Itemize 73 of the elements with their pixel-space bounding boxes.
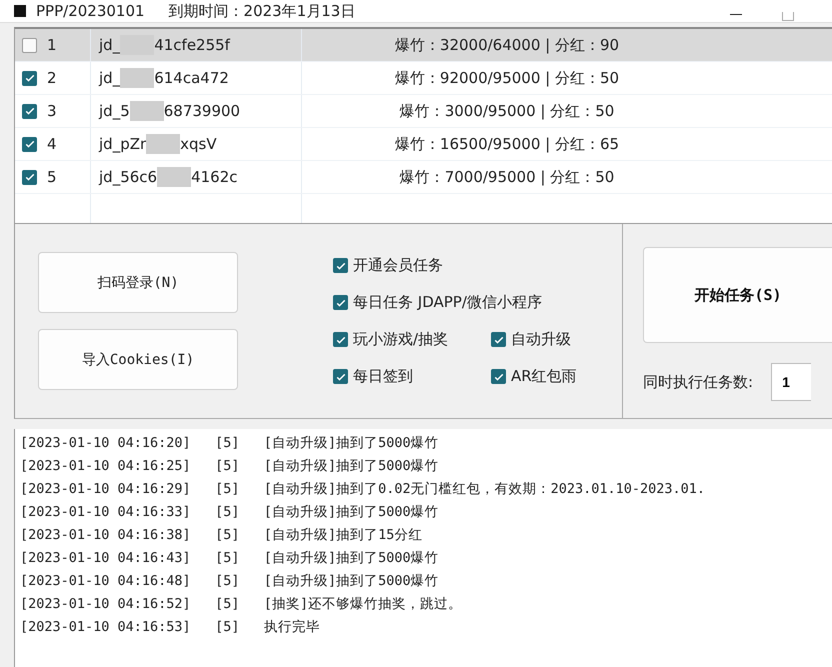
account-row[interactable]: 3 jd_5 68739900 爆竹：3000/95000 | 分红：50 (15, 95, 832, 128)
row-number: 2 (47, 69, 57, 87)
option-checkbox[interactable]: 开通会员任务 (333, 256, 631, 275)
check-icon (24, 171, 36, 183)
option-label: AR红包雨 (511, 367, 577, 386)
option-label: 每日签到 (353, 367, 413, 386)
account-id-start: jd_56c6 (99, 168, 158, 186)
log-line: [2023-01-10 04:16:38] [5] [自动升级]抽到了15分红 (20, 526, 424, 545)
row-number: 1 (47, 36, 57, 54)
action-button[interactable]: 扫码登录(N) (38, 252, 238, 313)
checkbox[interactable] (333, 332, 348, 347)
expiry-date: 到期时间：2023年1月13日 (168, 2, 356, 20)
log-line: [2023-01-10 04:16:33] [5] [自动升级]抽到了5000爆竹 (20, 503, 440, 522)
blurred-area (146, 134, 180, 154)
account-id-start: jd_pZr (99, 135, 146, 153)
account-stats: 爆竹：3000/95000 | 分红：50 (400, 102, 614, 120)
blurred-area (157, 167, 192, 187)
account-id-end: xqsV (180, 135, 217, 153)
option-checkbox[interactable]: 每日任务 JDAPP/微信小程序 (333, 293, 631, 312)
checkbox[interactable] (333, 295, 348, 310)
account-stats: 爆竹：16500/95000 | 分红：65 (394, 134, 620, 154)
checkbox[interactable] (22, 38, 37, 52)
checkbox[interactable] (491, 332, 506, 347)
app-icon (14, 5, 26, 17)
checkbox[interactable] (22, 70, 37, 86)
checkbox[interactable] (333, 258, 348, 273)
check-icon (24, 138, 36, 150)
option-label: 玩小游戏/抽奖 (353, 330, 448, 349)
account-stats: 爆竹：7000/95000 | 分红：50 (400, 168, 614, 186)
log-line: [2023-01-10 04:16:48] [5] [自动升级]抽到了5000爆竹 (20, 572, 440, 591)
check-icon (24, 72, 36, 84)
account-row[interactable]: 4 jd_pZr xqsV 爆竹：16500/95000 | 分红：65 (15, 128, 832, 161)
log-line: [2023-01-10 04:16:52] [5] [抽奖]还不够爆竹抽奖，跳过。 (20, 595, 464, 614)
account-id-end: 4162c (191, 168, 238, 186)
option-label: 开通会员任务 (353, 256, 443, 275)
option-checkbox[interactable]: 自动升级 (491, 330, 631, 349)
account-row[interactable]: 1 jd_ 41cfe255f 爆竹：32000/64000 | 分红：90 (15, 29, 832, 62)
checkbox[interactable] (22, 136, 37, 152)
account-id-end: 614ca472 (154, 69, 229, 87)
option-checkbox[interactable]: AR红包雨 (491, 367, 631, 386)
option-checkbox[interactable]: 每日签到 (333, 367, 491, 386)
log-line: [2023-01-10 04:16:25] [5] [自动升级]抽到了5000爆竹 (20, 457, 440, 476)
concurrency-field[interactable]: 1 (771, 363, 812, 401)
option-label: 每日任务 JDAPP/微信小程序 (353, 293, 542, 312)
concurrency-label: 同时执行任务数: (643, 372, 754, 392)
checkbox[interactable] (333, 369, 348, 384)
account-row[interactable]: 5 jd_56c6 4162c 爆竹：7000/95000 | 分红：50 (15, 161, 832, 194)
account-id-start: jd_ (99, 36, 120, 54)
checkbox[interactable] (22, 104, 37, 118)
account-id-start: jd_ (99, 69, 120, 87)
row-number: 4 (47, 135, 57, 153)
blurred-area (130, 101, 164, 121)
account-id-end: 41cfe255f (154, 36, 230, 54)
checkbox[interactable] (22, 170, 37, 184)
account-id-end: 68739900 (164, 102, 240, 120)
row-number: 5 (47, 168, 57, 186)
blurred-area (120, 68, 154, 88)
account-row[interactable]: 2 jd_ 614ca472 爆竹：92000/95000 | 分红：50 (15, 62, 832, 95)
check-icon (24, 105, 36, 117)
action-button[interactable]: 导入Cookies(I) (38, 329, 238, 390)
option-checkbox[interactable]: 玩小游戏/抽奖 (333, 330, 491, 349)
checkbox[interactable] (491, 369, 506, 384)
log-line: [2023-01-10 04:16:29] [5] [自动升级]抽到了0.02无门槛红包，有效期：2023.01.10-2023.01. (20, 480, 706, 499)
option-label: 自动升级 (511, 330, 571, 349)
log-line: [2023-01-10 04:16:43] [5] [自动升级]抽到了5000爆竹 (20, 549, 440, 568)
start-button[interactable]: 开始任务(S) (643, 247, 832, 343)
log-line: [2023-01-10 04:16:20] [5] [自动升级]抽到了5000爆竹 (20, 434, 440, 453)
account-stats: 爆竹：92000/95000 | 分红：50 (394, 68, 620, 88)
row-number: 3 (47, 102, 57, 120)
window-title: PPP/20230101 (36, 2, 145, 20)
account-id-start: jd_5 (99, 102, 130, 120)
account-stats: 爆竹：32000/64000 | 分红：90 (394, 36, 620, 54)
log-line: [2023-01-10 04:16:53] [5] 执行完毕 (20, 618, 321, 637)
